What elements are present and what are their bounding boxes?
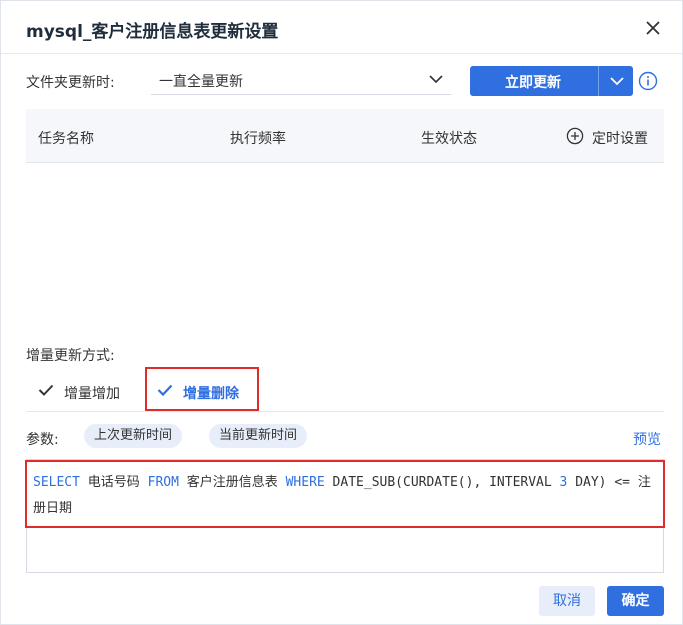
- add-schedule-label: 定时设置: [592, 131, 648, 147]
- sql-text[interactable]: SELECT 电话号码 FROM 客户注册信息表 WHERE DATE_SUB(…: [33, 470, 657, 522]
- info-icon[interactable]: [638, 71, 658, 91]
- column-task-name: 任务名称: [38, 131, 94, 147]
- plus-circle-icon: [566, 127, 584, 145]
- sql-text: 客户注册信息表: [178, 475, 286, 490]
- confirm-button[interactable]: 确定: [607, 586, 664, 616]
- param-chip-last-update[interactable]: 上次更新时间: [84, 424, 183, 448]
- schedule-table: 任务名称 执行频率 生效状态 定时设置: [26, 109, 664, 327]
- folder-update-label: 文件夹更新时:: [26, 75, 115, 91]
- update-now-button[interactable]: 立即更新: [470, 66, 633, 96]
- sql-text: DATE_SUB(CURDATE(), INTERVAL: [324, 475, 560, 490]
- tab-incremental-delete[interactable]: 增量删除: [145, 369, 257, 411]
- params-label: 参数:: [26, 432, 59, 448]
- table-header: 任务名称 执行频率 生效状态 定时设置: [26, 109, 664, 163]
- cancel-button[interactable]: 取消: [539, 586, 595, 616]
- tab-label: 增量删除: [183, 386, 239, 402]
- dialog-title: mysql_客户注册信息表更新设置: [26, 22, 279, 42]
- tab-incremental-add[interactable]: 增量增加: [26, 369, 141, 411]
- chevron-down-icon[interactable]: [609, 73, 625, 89]
- column-frequency: 执行频率: [230, 131, 286, 147]
- sql-editor[interactable]: SELECT 电话号码 FROM 客户注册信息表 WHERE DATE_SUB(…: [26, 459, 664, 573]
- active-tab-indicator: [151, 409, 251, 411]
- dialog-header: mysql_客户注册信息表更新设置: [1, 1, 682, 54]
- close-icon[interactable]: [641, 16, 665, 40]
- button-divider: [598, 66, 599, 96]
- column-status: 生效状态: [421, 131, 477, 147]
- sql-text: 电话号码: [79, 475, 148, 490]
- check-icon: [38, 384, 54, 396]
- param-chip-current-update[interactable]: 当前更新时间: [209, 424, 308, 448]
- tab-label: 增量增加: [64, 386, 120, 402]
- update-mode-select[interactable]: 一直全量更新: [151, 65, 451, 95]
- sql-keyword: SELECT: [33, 475, 80, 490]
- sql-keyword: FROM: [147, 475, 179, 490]
- update-settings-dialog: mysql_客户注册信息表更新设置 文件夹更新时: 一直全量更新 立即更新 任务…: [0, 0, 683, 625]
- incremental-label: 增量更新方式:: [26, 348, 115, 364]
- preview-link[interactable]: 预览: [633, 429, 661, 449]
- incremental-tabs: 增量增加 增量删除: [26, 369, 664, 412]
- update-mode-value: 一直全量更新: [159, 74, 243, 90]
- sql-keyword: WHERE: [285, 475, 325, 490]
- chevron-down-icon: [429, 75, 443, 84]
- check-icon: [157, 384, 173, 397]
- update-now-label: 立即更新: [505, 75, 561, 91]
